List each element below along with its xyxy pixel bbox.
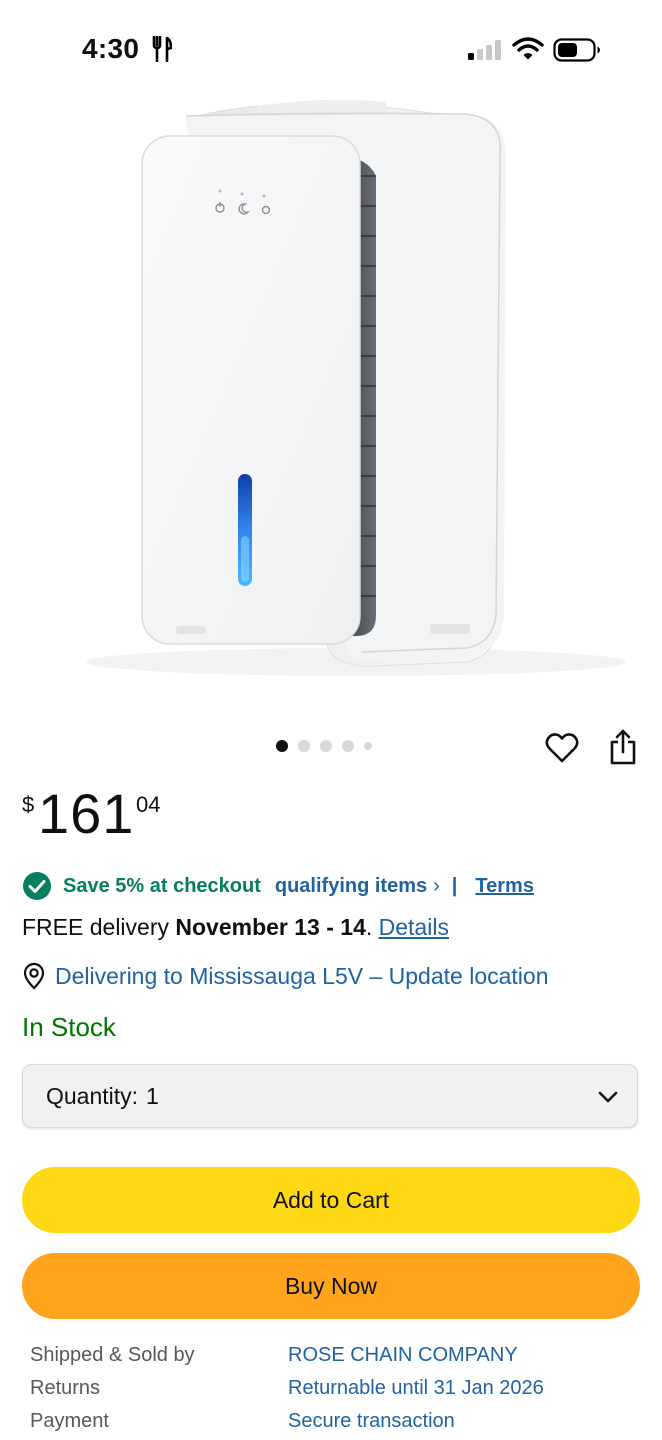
- chevron-right-icon: ›: [433, 874, 440, 897]
- wifi-icon: [512, 37, 544, 60]
- location-pin-icon: [23, 962, 45, 990]
- quantity-value: 1: [146, 1082, 159, 1109]
- price-whole: 161: [38, 782, 135, 845]
- location-text: Delivering to Mississauga L5V – Update l…: [55, 962, 549, 989]
- delivery-suffix: .: [365, 914, 379, 940]
- promo-row: Save 5% at checkout qualifying items › |…: [22, 868, 534, 904]
- quantity-label: Quantity:: [46, 1082, 139, 1109]
- seller-link[interactable]: ROSE CHAIN COMPANY: [288, 1344, 518, 1367]
- image-carousel-dots: [276, 738, 372, 754]
- delivery-dates: November 13 - 14: [175, 914, 366, 940]
- chevron-down-icon: [598, 1091, 618, 1103]
- delivery-prefix: FREE delivery: [22, 914, 176, 940]
- delivery-location-link[interactable]: Delivering to Mississauga L5V – Update l…: [22, 962, 549, 990]
- info-key: Payment: [30, 1410, 109, 1432]
- carousel-dot[interactable]: [276, 740, 288, 752]
- check-badge-icon: [23, 872, 51, 900]
- heart-icon[interactable]: [544, 730, 580, 766]
- status-bar: 4:30: [0, 0, 662, 96]
- buy-now-label: Buy Now: [284, 1272, 378, 1299]
- qualifying-items-link[interactable]: qualifying items: [275, 875, 427, 898]
- payment-link[interactable]: Secure transaction: [288, 1410, 455, 1433]
- fork-knife-icon: [152, 36, 172, 62]
- buy-now-button[interactable]: Buy Now: [22, 1253, 640, 1319]
- price-fraction: 04: [136, 792, 161, 817]
- carousel-dot[interactable]: [364, 742, 372, 750]
- carousel-dot[interactable]: [298, 740, 310, 752]
- save-text: Save 5% at checkout: [63, 874, 261, 897]
- add-to-cart-button[interactable]: Add to Cart: [22, 1167, 640, 1233]
- info-key: Shipped & Sold by: [30, 1344, 195, 1366]
- carousel-dot[interactable]: [342, 740, 354, 752]
- stock-status: In Stock: [22, 1012, 116, 1042]
- delivery-info: FREE delivery November 13 - 14. Details: [22, 914, 449, 941]
- terms-link[interactable]: Terms: [475, 875, 534, 898]
- product-image[interactable]: [26, 96, 636, 684]
- separator: |: [451, 874, 458, 897]
- add-to-cart-label: Add to Cart: [272, 1186, 390, 1213]
- carousel-dot[interactable]: [320, 740, 332, 752]
- details-link[interactable]: Details: [379, 914, 449, 940]
- info-key: Returns: [30, 1377, 101, 1399]
- quantity-select[interactable]: Quantity: 1: [22, 1064, 638, 1128]
- returns-link[interactable]: Returnable until 31 Jan 2026: [288, 1377, 544, 1400]
- share-icon[interactable]: [606, 728, 640, 766]
- status-time: 4:30: [82, 33, 140, 64]
- signal-icon: [468, 40, 501, 60]
- price-currency: $: [22, 792, 35, 817]
- battery-icon: [553, 38, 600, 62]
